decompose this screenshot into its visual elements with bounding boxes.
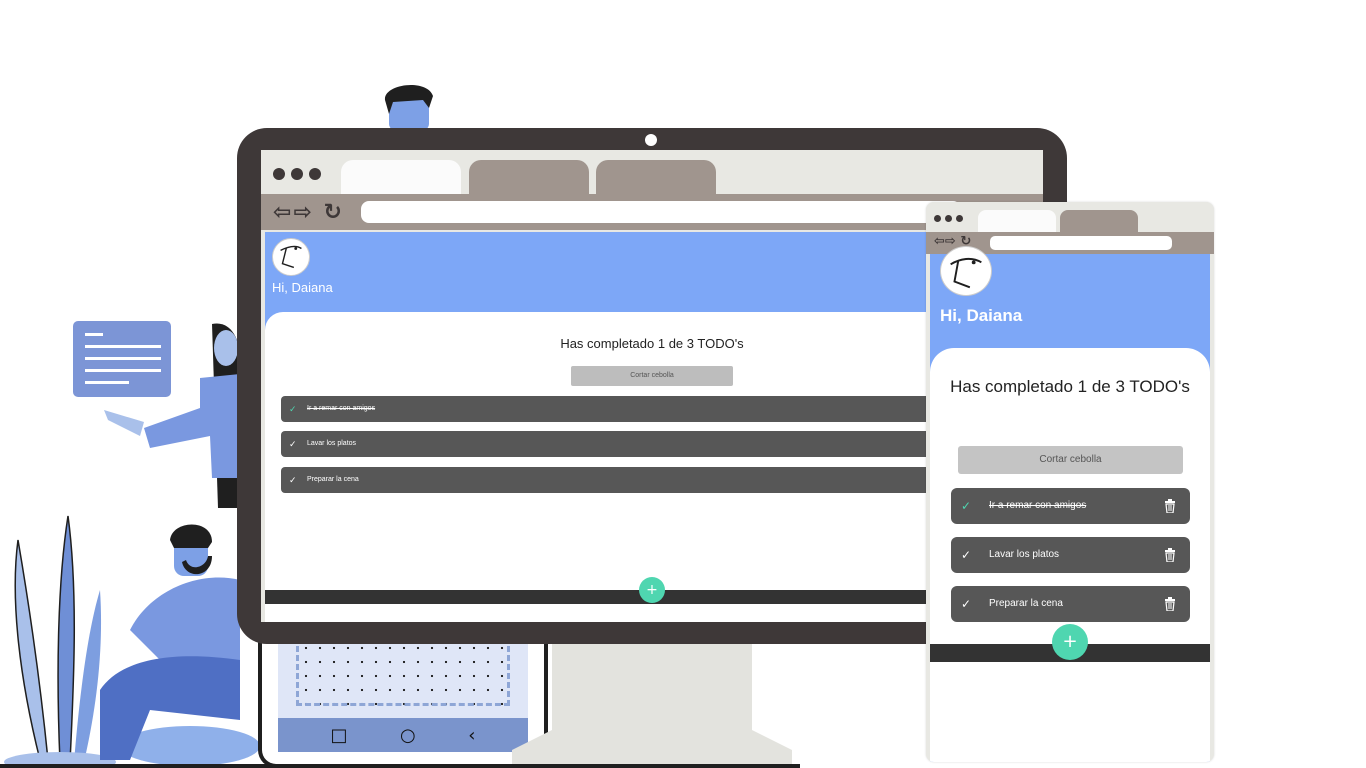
check-icon[interactable]: ✓: [289, 467, 297, 493]
nav-arrows-icon[interactable]: ⇦⇨ ↻: [273, 200, 344, 225]
document-card-illustration: [73, 321, 171, 397]
phone-nav-bar: □ ○ ‹: [278, 718, 528, 752]
tab-active[interactable]: [978, 210, 1056, 232]
greeting: Hi, Daiana: [272, 280, 333, 295]
todo-item[interactable]: ✓ Preparar la cena: [281, 467, 1021, 493]
desktop-tab-bar: [261, 150, 1043, 194]
tab-3[interactable]: [596, 160, 716, 194]
todo-item[interactable]: ✓ Ir a remar con amigos: [951, 488, 1190, 524]
check-icon[interactable]: ✓: [289, 431, 297, 457]
todo-item[interactable]: ✓ Lavar los platos: [281, 431, 1021, 457]
trash-icon[interactable]: [1164, 499, 1176, 513]
check-icon[interactable]: ✓: [961, 537, 971, 573]
todo-item[interactable]: ✓ Ir a remar con amigos: [281, 396, 1021, 422]
kneeling-man-illustration: [100, 524, 260, 766]
completed-counter: Has completado 1 de 3 TODO's: [560, 336, 744, 351]
add-todo-button[interactable]: +: [639, 577, 665, 603]
camera-dot: [645, 134, 657, 146]
peeking-man-illustration: [384, 84, 433, 130]
tab-2[interactable]: [1060, 210, 1138, 232]
url-field[interactable]: [990, 236, 1172, 250]
monitor-stand: [512, 640, 792, 768]
floor-line: [0, 764, 800, 768]
mobile-tab-bar: [926, 202, 1214, 232]
tab-active[interactable]: [341, 160, 461, 194]
mobile-browser: ⇦⇨ ↻ Hi, Daiana Has completado 1 de 3 TO…: [926, 202, 1214, 762]
back-nav-icon: ‹: [468, 724, 476, 746]
url-field[interactable]: [361, 201, 961, 223]
mobile-todo-app: Hi, Daiana Has completado 1 de 3 TODO's …: [930, 246, 1210, 762]
desktop-todo-app: Hi, Daiana Has completado 1 de 3 TODO's …: [265, 232, 1039, 622]
avatar-bird-icon: [272, 238, 310, 276]
avatar-bird-icon: [940, 246, 992, 296]
todo-card: Has completado 1 de 3 TODO's Cortar cebo…: [265, 312, 1039, 622]
trash-icon[interactable]: [1164, 597, 1176, 611]
todo-item[interactable]: ✓ Lavar los platos: [951, 537, 1190, 573]
new-todo-input[interactable]: Cortar cebolla: [958, 446, 1183, 474]
check-icon[interactable]: ✓: [961, 488, 971, 524]
square-nav-icon: □: [330, 724, 348, 746]
check-icon[interactable]: ✓: [289, 396, 297, 422]
tab-2[interactable]: [469, 160, 589, 194]
greeting: Hi, Daiana: [940, 306, 1023, 325]
circle-nav-icon: ○: [400, 724, 416, 746]
check-icon[interactable]: ✓: [961, 586, 971, 622]
todo-card: Has completado 1 de 3 TODO's Cortar cebo…: [930, 348, 1210, 762]
new-todo-input[interactable]: Cortar cebolla: [571, 366, 733, 386]
completed-counter: Has completado 1 de 3 TODO's: [950, 377, 1190, 396]
window-controls[interactable]: [934, 215, 963, 222]
trash-icon[interactable]: [1164, 548, 1176, 562]
reload-icon: ↻: [323, 200, 344, 225]
window-controls[interactable]: [273, 168, 321, 180]
add-todo-button[interactable]: +: [1052, 624, 1088, 660]
todo-item[interactable]: ✓ Preparar la cena: [951, 586, 1190, 622]
